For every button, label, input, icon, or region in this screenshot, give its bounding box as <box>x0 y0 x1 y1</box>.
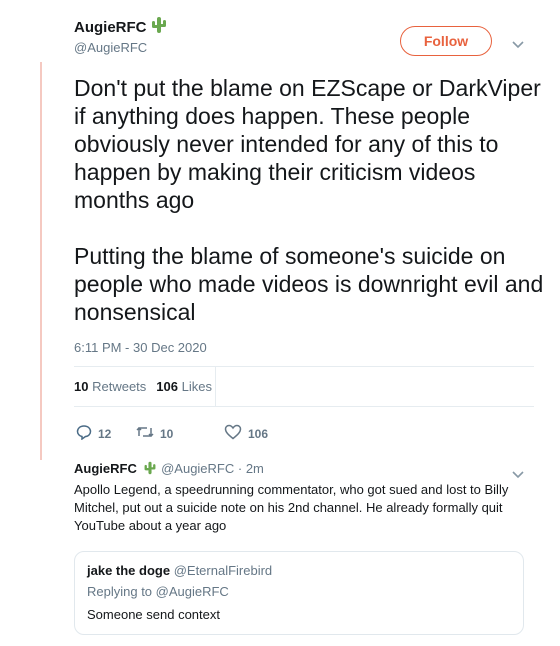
quoted-header: jake the doge @EternalFirebird <box>87 563 511 578</box>
like-button[interactable]: 106 <box>224 424 268 443</box>
thread-line <box>40 62 42 460</box>
tweet-actions: 12 10 106 <box>76 424 268 443</box>
quoted-author-handle: @EternalFirebird <box>173 563 273 578</box>
reply-text: Apollo Legend, a speedrunning commentato… <box>74 482 509 534</box>
quoted-text: Someone send context <box>87 607 220 622</box>
reply-header: AugieRFC @AugieRFC · 2m <box>74 461 534 478</box>
retweet-button[interactable]: 10 <box>136 425 224 442</box>
retweets-stat[interactable]: 10 Retweets <box>74 379 146 394</box>
tweet-timestamp[interactable]: 6:11 PM - 30 Dec 2020 <box>74 340 207 355</box>
author-handle[interactable]: @AugieRFC <box>74 40 168 55</box>
author-name-text: AugieRFC <box>74 18 147 36</box>
retweets-count: 10 <box>74 379 89 394</box>
quoted-tweet[interactable]: jake the doge @EternalFirebird Replying … <box>74 551 524 635</box>
reply-icon <box>76 424 92 443</box>
quoted-author-name: jake the doge <box>87 563 171 578</box>
divider <box>74 406 534 407</box>
retweet-count: 10 <box>160 426 174 441</box>
cactus-icon <box>150 16 168 38</box>
follow-button[interactable]: Follow <box>400 26 492 56</box>
likes-stat[interactable]: 106 Likes <box>156 379 212 394</box>
chevron-down-icon[interactable] <box>512 36 524 54</box>
reply-author-name[interactable]: AugieRFC <box>74 461 137 476</box>
like-count: 106 <box>248 426 269 441</box>
chevron-down-icon[interactable] <box>512 466 524 484</box>
divider <box>74 366 534 367</box>
retweet-icon <box>136 425 154 442</box>
reply-tweet[interactable]: AugieRFC @AugieRFC · 2m Apollo Legend, a… <box>74 461 534 535</box>
tweet-header: AugieRFC @AugieRFC <box>74 16 168 55</box>
likes-label: Likes <box>181 379 212 394</box>
tweet-text: Don't put the blame on EZScape or DarkVi… <box>74 75 544 325</box>
cactus-icon <box>143 461 157 478</box>
stats-separator <box>215 366 216 406</box>
quoted-replying-to: Replying to @AugieRFC <box>87 584 229 599</box>
reply-time[interactable]: · 2m <box>238 461 264 476</box>
heart-icon <box>224 424 242 443</box>
reply-button[interactable]: 12 <box>76 424 136 443</box>
reply-count: 12 <box>98 426 112 441</box>
likes-count: 106 <box>156 379 178 394</box>
reply-author-handle[interactable]: @AugieRFC <box>161 461 234 476</box>
author-name[interactable]: AugieRFC <box>74 16 168 38</box>
retweets-label: Retweets <box>92 379 147 394</box>
tweet-stats: 10 Retweets 106 Likes <box>74 379 212 394</box>
